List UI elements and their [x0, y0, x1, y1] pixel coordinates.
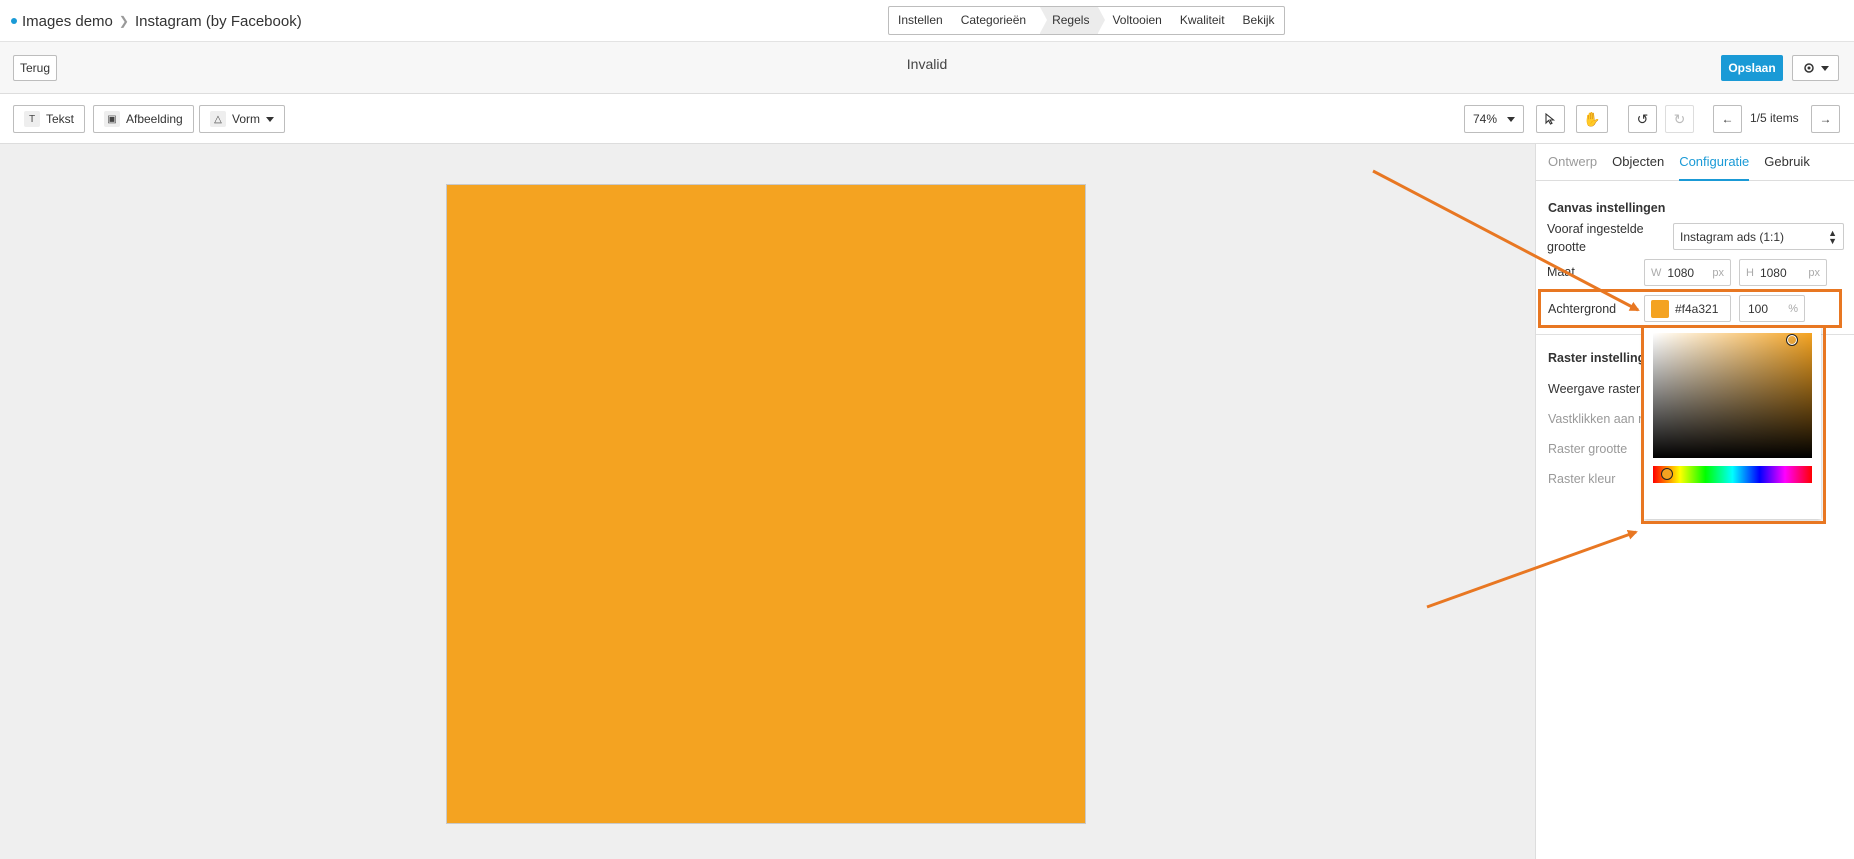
add-image-label: Afbeelding — [126, 112, 183, 126]
chevron-down-icon — [1507, 116, 1516, 122]
redo-icon: ↻ — [1673, 110, 1686, 127]
step-instellen[interactable]: Instellen — [889, 7, 952, 34]
hand-icon: ✋ — [1583, 110, 1601, 127]
arrow-right-icon: → — [1819, 112, 1832, 126]
preset-size-label-text: Vooraf ingestelde grootte — [1547, 222, 1644, 254]
grid-show-label: Weergave raster — [1548, 382, 1641, 396]
zoom-value: 74% — [1472, 112, 1498, 126]
width-unit: px — [1712, 266, 1724, 279]
breadcrumb-project[interactable]: Images demo — [22, 13, 113, 30]
artboard[interactable] — [446, 184, 1086, 824]
editor-toolbar: T Tekst ▣ Afbeelding △ Vorm 74% ✋ ↺ ↻ ← … — [0, 94, 1854, 144]
image-icon: ▣ — [104, 111, 120, 127]
chevron-right-icon: ❯ — [118, 14, 129, 28]
annotation-highlight-color-picker — [1641, 325, 1826, 524]
step-navigation: Instellen Categorieën Regels Voltooien K… — [888, 6, 1285, 35]
preset-size-value: Instagram ads (1:1) — [1680, 229, 1785, 244]
gear-icon — [1803, 63, 1814, 73]
width-input[interactable]: W 1080 px — [1644, 259, 1731, 286]
breadcrumb-current: Instagram (by Facebook) — [134, 12, 302, 30]
arrow-left-icon: ← — [1721, 112, 1734, 126]
pan-tool-button[interactable]: ✋ — [1576, 105, 1608, 133]
panel-tabs: Ontwerp Objecten Configuratie Gebruik — [1536, 144, 1854, 181]
step-categorieen[interactable]: Categorieën — [952, 7, 1048, 34]
next-item-button[interactable]: → — [1811, 105, 1840, 133]
shapes-icon: △ — [210, 111, 226, 127]
save-button[interactable]: Opslaan — [1721, 55, 1783, 81]
cursor-arrow-icon — [1545, 113, 1556, 125]
undo-button[interactable]: ↺ — [1628, 105, 1657, 133]
preset-size-dropdown[interactable]: Instagram ads (1:1) ▲ ▼ — [1673, 223, 1844, 250]
step-bekijk[interactable]: Bekijk — [1234, 7, 1284, 34]
status-dot-icon — [11, 18, 17, 24]
action-bar: Terug Invalid Opslaan — [0, 42, 1854, 94]
height-value: 1080 — [1759, 265, 1787, 280]
height-prefix: H — [1746, 266, 1754, 279]
add-shape-label: Vorm — [232, 112, 261, 126]
tab-gebruik[interactable]: Gebruik — [1764, 144, 1810, 181]
tab-ontwerp[interactable]: Ontwerp — [1548, 144, 1597, 181]
undo-icon: ↺ — [1636, 110, 1649, 127]
annotation-highlight-background-row — [1538, 289, 1842, 328]
add-text-label: Tekst — [46, 112, 75, 126]
chevron-down-icon — [266, 116, 275, 122]
previous-item-button[interactable]: ← — [1713, 105, 1742, 133]
add-shape-button[interactable]: △ Vorm — [199, 105, 286, 133]
select-tool-button[interactable] — [1536, 105, 1565, 133]
top-bar: Images demo ❯ Instagram (by Facebook) In… — [0, 0, 1854, 42]
text-icon: T — [24, 111, 40, 127]
add-text-button[interactable]: T Tekst — [13, 105, 86, 133]
breadcrumb: Images demo ❯ Instagram (by Facebook) — [11, 0, 302, 42]
height-input[interactable]: H 1080 px — [1739, 259, 1827, 286]
width-prefix: W — [1651, 266, 1662, 279]
settings-dropdown-button[interactable] — [1792, 55, 1839, 81]
size-label-text: Maat — [1547, 265, 1575, 279]
width-value: 1080 — [1667, 265, 1695, 280]
add-image-button[interactable]: ▣ Afbeelding — [93, 105, 194, 133]
grid-size-label: Raster grootte — [1548, 442, 1628, 456]
step-regels[interactable]: Regels — [1040, 7, 1106, 34]
canvas-workspace[interactable] — [0, 144, 1535, 859]
canvas-settings-heading: Canvas instellingen — [1548, 201, 1666, 215]
validation-status: Invalid — [906, 56, 948, 72]
height-unit: px — [1808, 266, 1820, 279]
items-counter: 1/5 items — [1750, 111, 1799, 125]
chevron-down-icon — [1820, 65, 1829, 71]
grid-color-label: Raster kleur — [1548, 472, 1616, 486]
sort-arrows-icon: ▲ ▼ — [1828, 227, 1837, 246]
tab-configuratie[interactable]: Configuratie — [1679, 144, 1750, 181]
step-kwaliteit[interactable]: Kwaliteit — [1171, 7, 1234, 34]
zoom-select[interactable]: 74% — [1464, 105, 1524, 133]
step-voltooien[interactable]: Voltooien — [1098, 7, 1170, 34]
redo-button[interactable]: ↻ — [1665, 105, 1694, 133]
tab-objecten[interactable]: Objecten — [1612, 144, 1664, 181]
